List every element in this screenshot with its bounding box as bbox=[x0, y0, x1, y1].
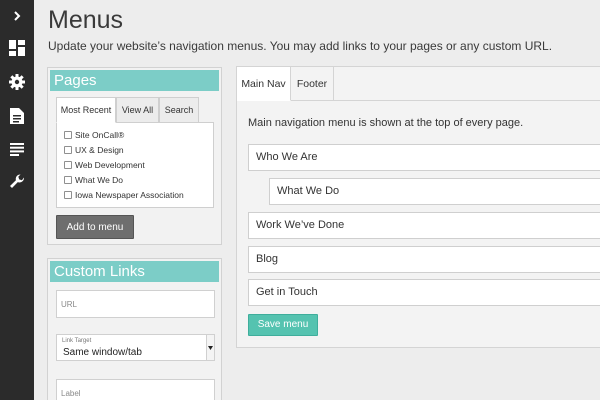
sidebar-item-dashboard[interactable] bbox=[0, 32, 34, 64]
link-target-select[interactable]: Link Target Same window/tab bbox=[56, 334, 215, 361]
chevron-right-icon bbox=[11, 10, 23, 22]
add-to-menu-button[interactable]: Add to menu bbox=[56, 215, 134, 239]
sidebar-item-pages[interactable] bbox=[0, 100, 34, 132]
menu-description: Main navigation menu is shown at the top… bbox=[248, 117, 524, 129]
custom-links-title: Custom Links bbox=[50, 261, 219, 282]
tab-view-all[interactable]: View All bbox=[116, 97, 159, 123]
page-label: Iowa Newspaper Association bbox=[75, 189, 184, 200]
expand-sidebar-button[interactable] bbox=[0, 0, 34, 32]
tab-main-nav[interactable]: Main Nav bbox=[237, 67, 291, 101]
page-description: Update your website’s navigation menus. … bbox=[48, 39, 553, 53]
page-checkbox[interactable] bbox=[64, 160, 72, 169]
pages-panel-title: Pages bbox=[50, 70, 219, 91]
link-target-value: Same window/tab bbox=[63, 347, 142, 358]
sidebar-item-menus[interactable] bbox=[0, 133, 34, 165]
list-item[interactable]: Web Development bbox=[57, 157, 213, 172]
tab-divider bbox=[334, 100, 600, 101]
wrench-icon bbox=[9, 174, 25, 190]
page-label: Site OnCall® bbox=[75, 129, 125, 140]
save-menu-button[interactable]: Save menu bbox=[248, 314, 318, 336]
menu-item-work-weve-done[interactable]: Work We’ve Done bbox=[248, 212, 600, 239]
list-item[interactable]: What We Do bbox=[57, 172, 213, 187]
tab-search[interactable]: Search bbox=[159, 97, 199, 123]
list-icon bbox=[10, 142, 24, 156]
page-checkbox[interactable] bbox=[64, 175, 72, 184]
page-checkbox[interactable] bbox=[64, 130, 72, 139]
tab-footer[interactable]: Footer bbox=[291, 67, 334, 101]
list-item[interactable]: Iowa Newspaper Association bbox=[57, 187, 213, 202]
url-input[interactable]: URL bbox=[56, 290, 215, 318]
page-label: Web Development bbox=[75, 159, 145, 170]
sidebar-item-tools[interactable] bbox=[0, 166, 34, 198]
menu-item-who-we-are[interactable]: Who We Are bbox=[248, 144, 600, 171]
page-title: Menus bbox=[48, 6, 124, 34]
sidebar bbox=[0, 0, 34, 400]
url-placeholder: URL bbox=[61, 300, 78, 309]
menu-item-blog[interactable]: Blog bbox=[248, 246, 600, 273]
page-checkbox[interactable] bbox=[64, 190, 72, 199]
list-item[interactable]: Site OnCall® bbox=[57, 127, 213, 142]
dropdown-arrow-icon[interactable] bbox=[206, 335, 214, 360]
gear-icon bbox=[9, 74, 25, 90]
page-checkbox[interactable] bbox=[64, 145, 72, 154]
list-item[interactable]: UX & Design bbox=[57, 142, 213, 157]
link-target-label: Link Target bbox=[62, 338, 92, 344]
menu-item-what-we-do[interactable]: What We Do bbox=[269, 178, 600, 205]
page-label: UX & Design bbox=[75, 144, 124, 155]
page-label: What We Do bbox=[75, 174, 124, 185]
custom-links-panel: Custom Links URL Link Target Same window… bbox=[47, 258, 222, 400]
sidebar-item-settings[interactable] bbox=[0, 66, 34, 98]
menu-item-get-in-touch[interactable]: Get in Touch bbox=[248, 279, 600, 306]
tab-most-recent[interactable]: Most Recent bbox=[56, 97, 116, 123]
label-placeholder: Label bbox=[61, 389, 81, 398]
document-icon bbox=[10, 108, 24, 124]
pages-panel: Pages Most Recent View All Search Site O… bbox=[47, 67, 222, 245]
dashboard-icon bbox=[9, 40, 25, 56]
pages-list: Site OnCall® UX & Design Web Development… bbox=[56, 122, 214, 208]
label-input[interactable]: Label bbox=[56, 379, 215, 400]
menu-editor-panel: Main Nav Footer Main navigation menu is … bbox=[236, 66, 600, 348]
